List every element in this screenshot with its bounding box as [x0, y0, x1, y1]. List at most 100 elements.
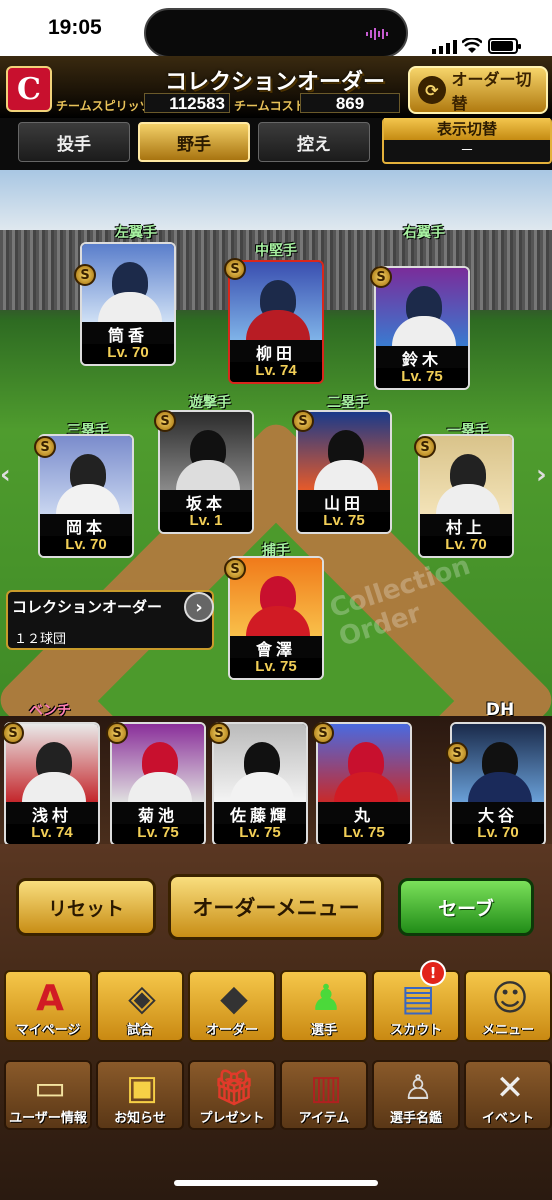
player-name: 坂本 [160, 490, 252, 513]
collection-order-title: コレクションオーダー [12, 598, 163, 616]
rank-s-icon: S [2, 722, 24, 744]
rank-s-icon: S [446, 742, 468, 764]
player-card-dh[interactable]: 大谷 Lv. 70 [450, 722, 546, 846]
player-level: Lv. 70 [82, 344, 174, 364]
player-name: 會澤 [230, 636, 322, 659]
player-level: Lv. 75 [298, 512, 390, 532]
position-label-bench: ベンチ [29, 703, 71, 719]
view-toggle-label: 表示切替 [384, 118, 550, 140]
scroll-left-icon[interactable]: ‹ [0, 460, 11, 490]
mypage-a-icon: A [36, 978, 64, 1019]
player-level: Lv. 75 [230, 658, 322, 678]
stadium-icon: ◈ [128, 978, 156, 1019]
player-level: Lv. 70 [40, 536, 132, 556]
player-name: 岡本 [40, 514, 132, 537]
position-label-ss: 遊撃手 [189, 395, 231, 411]
player-name: 菊池 [112, 802, 204, 825]
player-name: 丸 [318, 802, 410, 825]
dynamic-island [144, 8, 408, 58]
user-card-icon: ▭ [33, 1068, 67, 1108]
team-cost-label: チームコスト [234, 99, 306, 113]
player-level: Lv. 74 [6, 824, 98, 844]
player-name: 佐藤輝 [214, 802, 306, 825]
refresh-icon: ⟳ [418, 76, 446, 104]
menu-order[interactable]: ◆ オーダー [188, 970, 276, 1042]
order-switch-button[interactable]: ⟳ オーダー切替 [408, 66, 548, 114]
menu-players[interactable]: ♟ 選手 [280, 970, 368, 1042]
tab-reserves[interactable]: 控え [258, 122, 370, 162]
player-name: 鈴木 [376, 346, 468, 369]
view-toggle-value: － [460, 143, 474, 159]
chevron-right-icon[interactable]: › [184, 592, 214, 622]
player-level: Lv. 75 [318, 824, 410, 844]
rank-s-icon: S [370, 266, 392, 288]
page-title: コレクションオーダー [164, 70, 385, 95]
player-name: 村上 [420, 514, 512, 537]
player-silhouette-icon: ♟ [309, 978, 343, 1019]
menu-user-info[interactable]: ▭ ユーザー情報 [4, 1060, 92, 1130]
player-level: Lv. 74 [230, 362, 322, 382]
menu-scout[interactable]: ▤ スカウト [372, 970, 460, 1042]
item-book-icon: ▥ [309, 1068, 343, 1108]
scroll-right-icon[interactable]: › [536, 460, 547, 490]
player-name: 山田 [298, 490, 390, 513]
menu-event[interactable]: ✕ イベント [464, 1060, 552, 1130]
menu-news[interactable]: ▣ お知らせ [96, 1060, 184, 1130]
collection-order-subtitle: １２球団 [14, 632, 67, 647]
rank-s-icon: S [106, 722, 128, 744]
home-indicator[interactable] [174, 1180, 378, 1186]
field-diamond-icon: ◆ [220, 978, 248, 1019]
team-spirits-value: 112583 [144, 93, 230, 113]
cellular-signal-icon [432, 40, 457, 54]
player-name: 柳田 [230, 340, 322, 363]
battery-icon [488, 38, 521, 54]
position-label-2b: 二塁手 [327, 395, 369, 411]
notification-badge: ! [420, 960, 446, 986]
batter-icon: ♙ [402, 1068, 434, 1108]
rank-s-icon: S [224, 558, 246, 580]
tab-fielders[interactable]: 野手 [138, 122, 250, 162]
rank-s-icon: S [224, 258, 246, 280]
baseball-bats-icon: ✕ [495, 1068, 525, 1108]
position-label-lf: 左翼手 [115, 225, 157, 241]
position-label-cf: 中堅手 [255, 243, 297, 259]
menu-game[interactable]: ◈ 試合 [96, 970, 184, 1042]
menu-player-directory[interactable]: ♙ 選手名鑑 [372, 1060, 460, 1130]
order-switch-label: オーダー切替 [451, 70, 532, 113]
menu-present[interactable]: 🎁︎ プレゼント [188, 1060, 276, 1130]
player-level: Lv. 1 [160, 512, 252, 532]
team-spirits-label: チームスピリッツ [56, 99, 152, 113]
rank-s-icon: S [414, 436, 436, 458]
rank-s-icon: S [34, 436, 56, 458]
menu-character-icon: ☺ [491, 978, 529, 1019]
rank-s-icon: S [154, 410, 176, 432]
position-label-rf: 右翼手 [403, 225, 445, 241]
save-button[interactable]: セーブ [398, 878, 534, 936]
team-cost-value: 869 [300, 93, 400, 113]
team-logo: C [6, 66, 52, 112]
menu-menu[interactable]: ☺ メニュー [464, 970, 552, 1042]
player-name: 筒香 [82, 322, 174, 345]
reset-button[interactable]: リセット [16, 878, 156, 936]
wifi-icon [462, 38, 482, 53]
player-name: 浅村 [6, 802, 98, 825]
player-level: Lv. 70 [452, 824, 544, 844]
rank-s-icon: S [292, 410, 314, 432]
player-level: Lv. 75 [376, 368, 468, 388]
gift-icon: 🎁︎ [212, 1068, 256, 1108]
news-icon: ▣ [125, 1068, 159, 1108]
rank-s-icon: S [74, 264, 96, 286]
position-label-dh: DH [485, 700, 515, 720]
menu-item[interactable]: ▥ アイテム [280, 1060, 368, 1130]
player-level: Lv. 75 [214, 824, 306, 844]
player-name: 大谷 [452, 802, 544, 825]
rank-s-icon: S [312, 722, 334, 744]
rank-s-icon: S [208, 722, 230, 744]
player-level: Lv. 70 [420, 536, 512, 556]
player-card-cf[interactable]: 柳田 Lv. 74 [228, 260, 324, 384]
order-menu-button[interactable]: オーダーメニュー [168, 874, 384, 940]
status-clock: 19:05 [48, 16, 102, 39]
tab-pitchers[interactable]: 投手 [18, 122, 130, 162]
menu-mypage[interactable]: A マイページ [4, 970, 92, 1042]
player-card-lf[interactable]: 筒香 Lv. 70 [80, 242, 176, 366]
